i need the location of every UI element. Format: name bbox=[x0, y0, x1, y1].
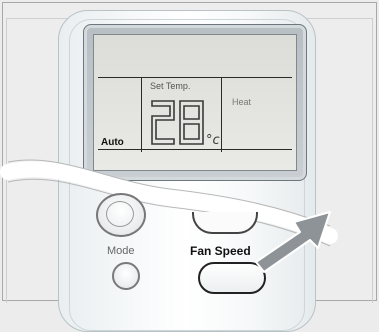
remote-illustration: Set Temp. Heat Auto °c 28 Mode Fan Speed bbox=[0, 0, 379, 332]
pointer-arrow-icon bbox=[255, 211, 331, 273]
